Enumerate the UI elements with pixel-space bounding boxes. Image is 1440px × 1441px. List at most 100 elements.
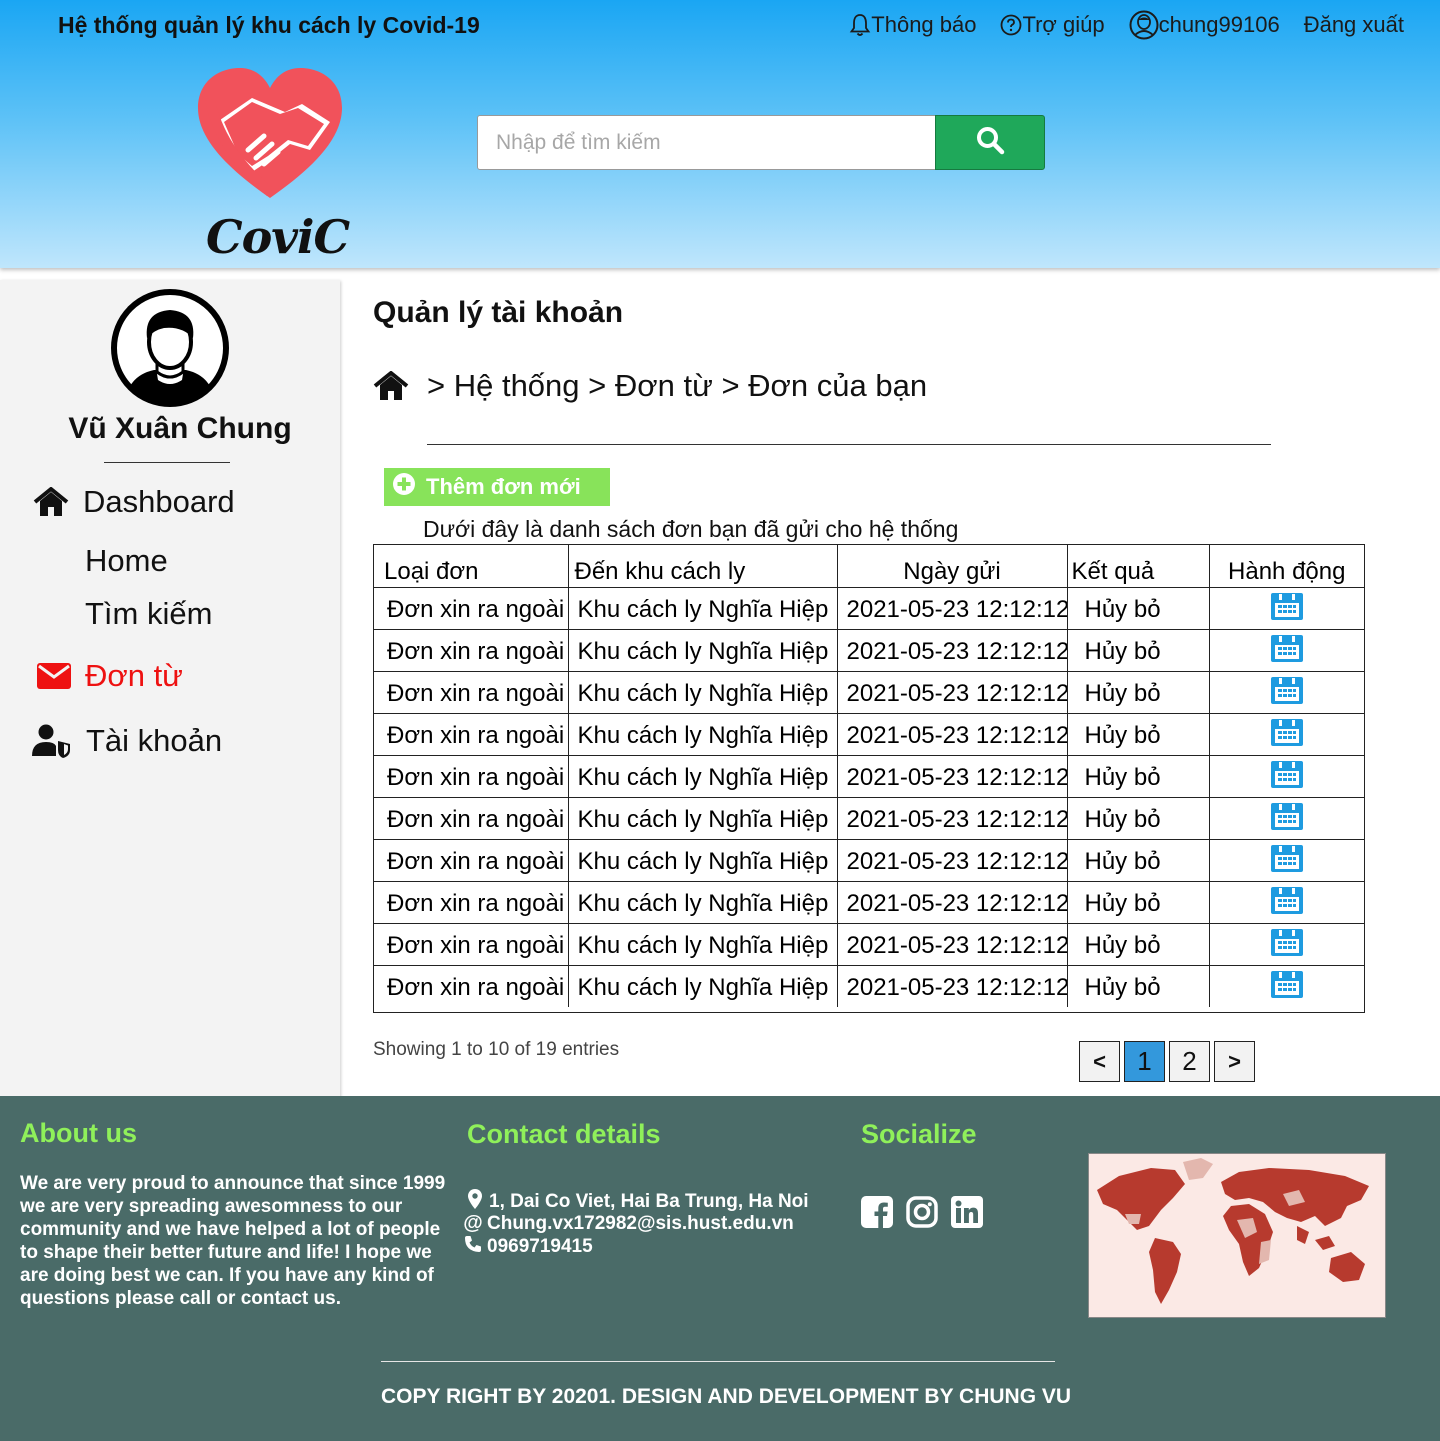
socialize-heading: Socialize <box>861 1119 977 1149</box>
cell-sent-date: 2021-05-23 12:12:12 <box>837 797 1068 840</box>
sidebar-item-home[interactable]: Home <box>85 543 168 579</box>
breadcrumb-forms[interactable]: > Đơn từ <box>588 368 713 404</box>
instagram-icon[interactable] <box>906 1196 938 1228</box>
page-2-button[interactable]: 2 <box>1169 1041 1210 1082</box>
calendar-icon[interactable] <box>1270 803 1303 837</box>
table-row: Đơn xin ra ngoài Khu cách ly Nghĩa Hiệp 20… <box>374 923 1364 966</box>
calendar-icon[interactable] <box>1270 635 1303 669</box>
table-row: Đơn xin ra ngoài Khu cách ly Nghĩa Hiệp 20… <box>374 965 1364 1007</box>
cell-sent-date: 2021-05-23 12:12:12 <box>837 923 1068 966</box>
list-description: Dưới đây là danh sách đơn bạn đã gửi cho… <box>423 516 959 542</box>
breadcrumb: > Hệ thống > Đơn từ > Đơn của bạn <box>373 368 927 404</box>
help-label: Trợ giúp <box>1022 12 1105 37</box>
add-new-form-button[interactable]: Thêm đơn mới <box>384 468 610 506</box>
cell-quarantine-zone: Khu cách ly Nghĩa Hiệp <box>568 755 838 798</box>
logo-text: CoviC <box>206 210 350 264</box>
next-page-button[interactable]: > <box>1214 1041 1255 1082</box>
sidebar-item-account-label: Tài khoản <box>86 723 223 758</box>
calendar-icon[interactable] <box>1270 677 1303 711</box>
social-links <box>861 1196 983 1228</box>
avatar <box>110 288 230 408</box>
calendar-icon[interactable] <box>1270 887 1303 921</box>
cell-result: Hủy bỏ <box>1067 965 1210 1007</box>
cell-form-type: Đơn xin ra ngoài <box>374 881 569 924</box>
cell-action <box>1209 965 1364 1007</box>
sidebar-item-dashboard[interactable]: Dashboard <box>33 484 235 520</box>
cell-sent-date: 2021-05-23 12:12:12 <box>837 671 1068 714</box>
calendar-icon[interactable] <box>1270 761 1303 795</box>
page-1-button[interactable]: 1 <box>1124 1041 1165 1082</box>
contact-email[interactable]: @ Chung.vx172982@sis.hust.edu.vn <box>463 1212 794 1235</box>
pagination: < 1 2 > <box>1079 1041 1255 1082</box>
cell-form-type: Đơn xin ra ngoài <box>374 839 569 882</box>
about-heading: About us <box>20 1118 137 1148</box>
forms-table: Loại đơn Đến khu cách ly Ngày gửi Kết qu… <box>373 544 1365 1013</box>
notifications-link[interactable]: Thông báo <box>849 12 976 38</box>
prev-page-button[interactable]: < <box>1079 1041 1120 1082</box>
cell-action <box>1209 629 1364 672</box>
calendar-icon[interactable] <box>1270 593 1303 627</box>
notifications-label: Thông báo <box>871 12 977 37</box>
content-divider <box>427 444 1271 445</box>
cell-form-type: Đơn xin ra ngoài <box>374 797 569 840</box>
user-name: Vũ Xuân Chung <box>68 412 292 445</box>
app-title: Hệ thống quản lý khu cách ly Covid-19 <box>58 12 480 38</box>
header: Hệ thống quản lý khu cách ly Covid-19 Th… <box>0 0 1440 268</box>
column-header-action: Hành động <box>1209 545 1364 588</box>
search-button[interactable] <box>935 115 1045 170</box>
add-new-form-label: Thêm đơn mới <box>426 474 581 499</box>
cell-result: Hủy bỏ <box>1067 629 1210 672</box>
cell-sent-date: 2021-05-23 12:12:12 <box>837 839 1068 882</box>
cell-result: Hủy bỏ <box>1067 713 1210 756</box>
calendar-icon[interactable] <box>1270 971 1303 1005</box>
table-header-row: Loại đơn Đến khu cách ly Ngày gửi Kết qu… <box>374 545 1364 588</box>
sidebar-item-account[interactable]: Tài khoản <box>32 723 222 759</box>
cell-result: Hủy bỏ <box>1067 587 1210 630</box>
user-profile-link[interactable]: chung99106 <box>1129 10 1280 40</box>
cell-form-type: Đơn xin ra ngoài <box>374 629 569 672</box>
cell-result: Hủy bỏ <box>1067 755 1210 798</box>
logout-link[interactable]: Đăng xuất <box>1304 12 1404 38</box>
contact-phone[interactable]: 0969719415 <box>463 1235 593 1259</box>
breadcrumb-system[interactable]: > Hệ thống <box>427 368 580 404</box>
contact-email-text: Chung.vx172982@sis.hust.edu.vn <box>487 1212 794 1234</box>
column-header-result[interactable]: Kết quả <box>1067 545 1210 588</box>
table-row: Đơn xin ra ngoài Khu cách ly Nghĩa Hiệp 20… <box>374 839 1364 882</box>
cell-result: Hủy bỏ <box>1067 839 1210 882</box>
cell-sent-date: 2021-05-23 12:12:12 <box>837 587 1068 630</box>
cell-form-type: Đơn xin ra ngoài <box>374 965 569 1007</box>
user-shield-icon <box>32 724 86 758</box>
table-body: Đơn xin ra ngoài Khu cách ly Nghĩa Hiệp 20… <box>374 587 1364 1007</box>
cell-action <box>1209 839 1364 882</box>
linkedin-icon[interactable] <box>951 1196 983 1228</box>
cell-action <box>1209 713 1364 756</box>
calendar-icon[interactable] <box>1270 929 1303 963</box>
calendar-icon[interactable] <box>1270 719 1303 753</box>
about-text: We are very proud to announce that since… <box>20 1173 446 1309</box>
footer-divider <box>381 1361 1055 1362</box>
column-header-date[interactable]: Ngày gửi <box>837 545 1068 588</box>
contact-phone-text: 0969719415 <box>487 1236 593 1257</box>
envelope-icon <box>37 663 85 689</box>
sidebar-item-search[interactable]: Tìm kiếm <box>85 596 212 632</box>
cell-form-type: Đơn xin ra ngoài <box>374 755 569 798</box>
calendar-icon[interactable] <box>1270 845 1303 879</box>
cell-result: Hủy bỏ <box>1067 881 1210 924</box>
cell-action <box>1209 671 1364 714</box>
cell-form-type: Đơn xin ra ngoài <box>374 713 569 756</box>
cell-sent-date: 2021-05-23 12:12:12 <box>837 755 1068 798</box>
sidebar-item-dashboard-label: Dashboard <box>83 484 235 519</box>
question-circle-icon <box>1000 14 1022 36</box>
cell-sent-date: 2021-05-23 12:12:12 <box>837 629 1068 672</box>
facebook-icon[interactable] <box>861 1196 893 1228</box>
breadcrumb-home-icon[interactable] <box>373 371 427 401</box>
bell-icon <box>849 13 871 37</box>
cell-sent-date: 2021-05-23 12:12:12 <box>837 881 1068 924</box>
column-header-type[interactable]: Loại đơn <box>374 545 569 588</box>
magnifier-icon <box>975 125 1005 160</box>
sidebar-item-forms[interactable]: Đơn từ <box>37 658 183 694</box>
search-input[interactable] <box>477 115 937 170</box>
cell-quarantine-zone: Khu cách ly Nghĩa Hiệp <box>568 965 838 1007</box>
help-link[interactable]: Trợ giúp <box>1000 12 1105 38</box>
column-header-zone[interactable]: Đến khu cách ly <box>568 545 838 588</box>
